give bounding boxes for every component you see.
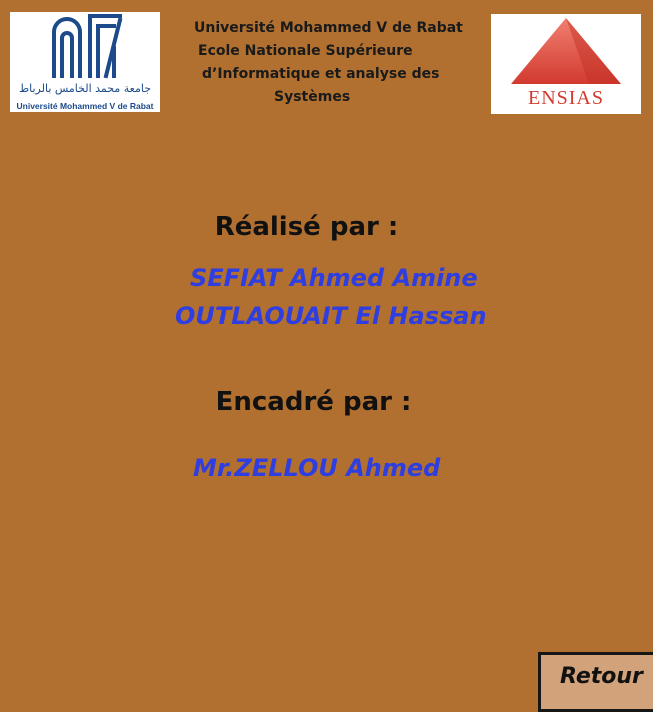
retour-button[interactable]: Retour: [538, 652, 653, 712]
um5-caption: Université Mohammed V de Rabat: [16, 101, 154, 111]
retour-label: Retour: [560, 664, 643, 689]
member-name: OUTLAOUAIT El Hassan: [175, 302, 487, 330]
header-line-3: d’Informatique et analyse des: [202, 66, 440, 82]
realise-title: Réalisé par :: [214, 212, 399, 242]
university-emblem-icon: جامعة محمد الخامس بالرباط: [19, 14, 151, 95]
member-name: SEFIAT Ahmed Amine: [190, 264, 478, 292]
ensias-logo: ENSIAS: [491, 14, 641, 114]
institution-header: Université Mohammed V de Rabat Ecole Nat…: [186, 17, 476, 109]
encadre-title: Encadré par :: [215, 387, 412, 417]
um5-arabic-text: جامعة محمد الخامس بالرباط: [19, 82, 151, 95]
ensias-caption: ENSIAS: [527, 87, 604, 109]
um5-logo: جامعة محمد الخامس بالرباط Université Moh…: [10, 12, 160, 112]
header-line-1: Université Mohammed V de Rabat: [194, 20, 463, 36]
supervisor-name: Mr.ZELLOU Ahmed: [193, 454, 441, 482]
header-line-2: Ecole Nationale Supérieure: [198, 43, 413, 59]
